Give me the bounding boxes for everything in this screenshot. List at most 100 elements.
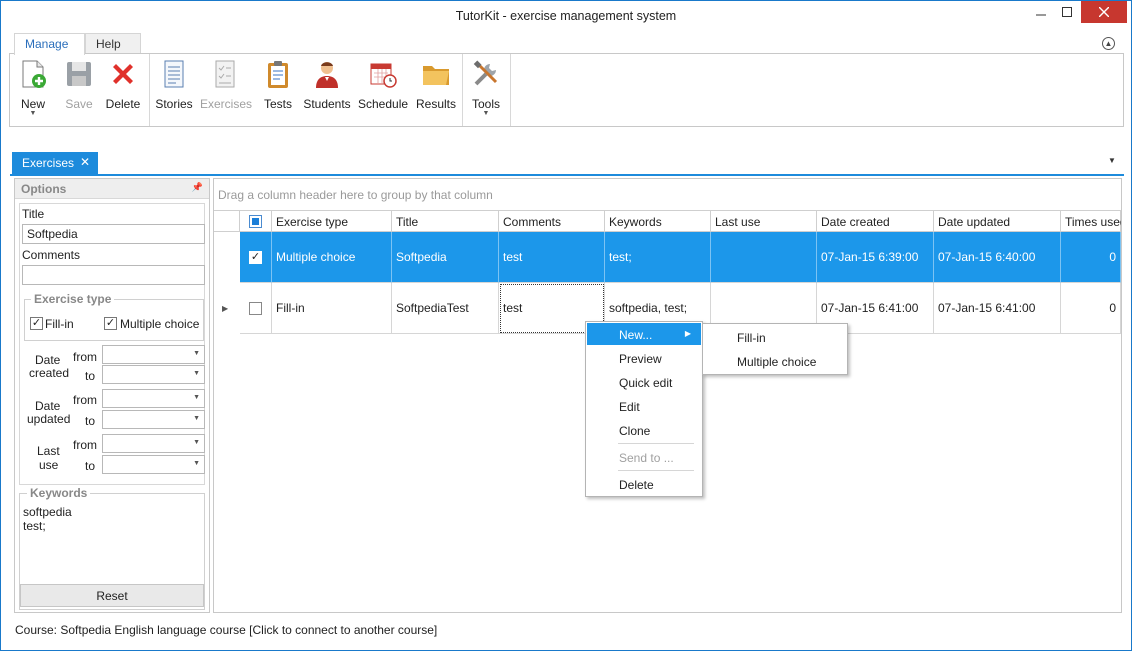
tests-button[interactable]: Tests <box>258 58 298 122</box>
tests-label: Tests <box>263 97 292 111</box>
tools-icon <box>473 60 498 86</box>
new-document-icon <box>22 60 46 88</box>
results-button[interactable]: Results <box>413 58 459 122</box>
comments-label: Comments <box>22 248 81 262</box>
chevron-down-icon: ▼ <box>193 350 200 357</box>
multiple-choice-checkbox[interactable]: ✓ <box>104 317 117 330</box>
last-use-to-combo[interactable]: ▼ <box>102 455 205 474</box>
menu-item-send-to[interactable]: Send to ... <box>587 446 701 468</box>
students-button[interactable]: Students <box>302 58 352 122</box>
last-use-label-2: use <box>39 458 59 472</box>
close-tab-icon[interactable]: ✕ <box>80 155 90 169</box>
column-header-comments[interactable]: Comments <box>499 210 605 232</box>
menu-item-delete[interactable]: Delete <box>587 473 701 495</box>
select-all-checkbox[interactable] <box>249 215 262 228</box>
column-header-exercise-type[interactable]: Exercise type <box>272 210 392 232</box>
close-button[interactable] <box>1081 1 1127 23</box>
exercises-button[interactable]: Exercises <box>200 58 253 122</box>
tab-list-dropdown-icon[interactable]: ▼ <box>1108 156 1116 165</box>
select-all-header[interactable] <box>240 210 272 232</box>
keywords-label: Keywords <box>27 486 91 500</box>
submenu-item-multiple-choice[interactable]: Multiple choice <box>704 350 848 372</box>
date-updated-to-combo[interactable]: ▼ <box>102 410 205 429</box>
new-button[interactable]: New ▼ <box>14 58 52 122</box>
exercises-label: Exercises <box>200 97 253 111</box>
tools-button[interactable]: Tools ▼ <box>466 58 506 122</box>
cell-last-use <box>711 232 817 283</box>
new-label: New <box>20 97 45 111</box>
row-indicator-header <box>214 210 240 232</box>
row-checkbox[interactable]: ✓ <box>249 250 262 264</box>
chevron-down-icon: ▼ <box>193 460 200 467</box>
last-use-from-combo[interactable]: ▼ <box>102 434 205 453</box>
comments-input[interactable] <box>22 265 205 285</box>
save-label: Save <box>65 97 93 111</box>
cell-exercise-type: Fill-in <box>272 283 392 334</box>
menu-separator <box>618 443 694 444</box>
title-input[interactable] <box>22 224 205 244</box>
table-row[interactable]: ✓ Multiple choice Softpedia test test; 0… <box>240 232 1121 283</box>
menu-item-quick-edit[interactable]: Quick edit <box>587 371 701 393</box>
ribbon: New ▼ Save Delete Stories Exercises Test… <box>9 53 1124 127</box>
menu-item-new[interactable]: New... ▶ <box>587 323 701 345</box>
delete-button[interactable]: Delete <box>103 58 143 122</box>
tab-exercises[interactable]: Exercises ✕ <box>12 152 98 174</box>
row-checkbox[interactable] <box>249 301 262 315</box>
menu-item-clone[interactable]: Clone <box>587 419 701 441</box>
cell-exercise-type: Multiple choice <box>272 232 392 283</box>
schedule-button[interactable]: Schedule <box>358 58 408 122</box>
maximize-button[interactable] <box>1054 1 1080 23</box>
column-header-last-use[interactable]: Last use <box>711 210 817 232</box>
title-bar: TutorKit - exercise management system <box>1 1 1131 31</box>
tools-label: Tools <box>471 97 500 111</box>
date-created-from-label: from <box>73 350 97 364</box>
tab-manage[interactable]: Manage <box>14 33 85 55</box>
menu-separator <box>618 470 694 471</box>
window-title: TutorKit - exercise management system <box>455 9 677 23</box>
stories-button[interactable]: Stories <box>154 58 194 122</box>
column-header-title[interactable]: Title <box>392 210 499 232</box>
row-select-cell[interactable] <box>240 283 272 334</box>
minimize-button[interactable] <box>1028 1 1054 23</box>
delete-label: Delete <box>105 97 141 111</box>
row-select-cell[interactable]: ✓ <box>240 232 272 283</box>
group-by-panel[interactable]: Drag a column header here to group by th… <box>214 179 1121 209</box>
chevron-down-icon: ▼ <box>193 394 200 401</box>
submenu-item-fill-in[interactable]: Fill-in <box>704 326 848 348</box>
cell-title: SoftpediaTest <box>392 283 499 334</box>
column-header-date-updated[interactable]: Date updated <box>934 210 1061 232</box>
date-created-to-combo[interactable]: ▼ <box>102 365 205 384</box>
fill-in-checkbox[interactable]: ✓ <box>30 317 43 330</box>
chevron-down-icon: ▼ <box>482 110 490 117</box>
tab-help[interactable]: Help <box>85 33 141 54</box>
document-icon <box>164 60 184 88</box>
close-icon <box>1099 7 1109 17</box>
column-header-date-created[interactable]: Date created <box>817 210 934 232</box>
status-bar[interactable]: Course: Softpedia English language cours… <box>15 623 437 637</box>
tab-exercises-label: Exercises <box>22 156 75 170</box>
column-header-keywords[interactable]: Keywords <box>605 210 711 232</box>
reset-button[interactable]: Reset <box>20 584 204 607</box>
students-label: Students <box>303 97 351 111</box>
pin-icon[interactable]: 📌 <box>192 182 203 193</box>
chevron-down-icon: ▼ <box>193 415 200 422</box>
menu-item-edit[interactable]: Edit <box>587 395 701 417</box>
fill-in-label: Fill-in <box>45 317 74 331</box>
keyword-item[interactable]: softpedia <box>23 505 72 519</box>
ribbon-separator <box>149 54 150 126</box>
menu-item-new-label: New... <box>619 328 653 342</box>
keyword-item[interactable]: test; <box>23 519 46 533</box>
date-updated-from-combo[interactable]: ▼ <box>102 389 205 408</box>
chevron-down-icon: ▼ <box>193 370 200 377</box>
menu-item-preview[interactable]: Preview <box>587 347 701 369</box>
cell-comments: test <box>499 232 605 283</box>
date-created-from-combo[interactable]: ▼ <box>102 345 205 364</box>
collapse-ribbon-button[interactable]: ▲ <box>1102 37 1115 50</box>
partial-check-indicator <box>252 218 259 225</box>
date-updated-label-1: Date <box>35 399 61 413</box>
schedule-label: Schedule <box>358 97 409 111</box>
date-updated-from-label: from <box>73 393 97 407</box>
cell-date-updated: 07-Jan-15 6:41:00 <box>934 283 1061 334</box>
column-header-times-used[interactable]: Times used <box>1061 210 1121 232</box>
save-button[interactable]: Save <box>60 58 98 122</box>
